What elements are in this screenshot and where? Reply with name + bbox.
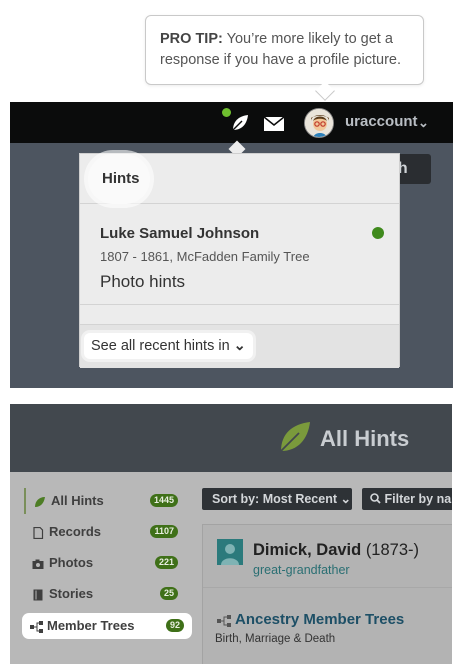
sidebar-item-label: Member Trees xyxy=(47,618,135,633)
all-hints-header: All Hints xyxy=(10,404,452,472)
count-badge: 92 xyxy=(165,619,184,632)
leaf-icon xyxy=(278,420,312,454)
divider xyxy=(203,587,452,588)
dropdown-header: Hints xyxy=(80,154,399,204)
hints-dropdown: Hints Luke Samuel Johnson 1807 - 1861, M… xyxy=(79,153,400,368)
sidebar-item-label: Photos xyxy=(49,555,94,570)
camera-icon xyxy=(32,557,44,569)
count-badge: 221 xyxy=(154,556,178,569)
person-relation: great-grandfather xyxy=(253,563,350,577)
sort-dropdown[interactable]: Sort by: Most Recent ⌄ xyxy=(202,488,352,510)
filter-placeholder: Filter by na xyxy=(384,492,452,506)
top-navigation-bar: uraccount ⌄ xyxy=(10,102,453,143)
person-full-name: Dimick, David xyxy=(253,541,362,559)
header-screenshot: uraccount ⌄ ch Hints Luke Samuel Johnson… xyxy=(10,102,453,388)
sidebar-item-member-trees[interactable]: Member Trees 92 xyxy=(22,613,192,639)
see-all-label: See all recent hints in xyxy=(91,338,230,354)
tree-icon xyxy=(30,620,43,633)
account-name[interactable]: uraccount xyxy=(345,113,418,130)
hint-result-card: Dimick, David (1873-) great-grandfather … xyxy=(202,524,452,664)
sidebar-item-label: Records xyxy=(49,524,102,539)
sidebar-item-stories[interactable]: Stories 25 xyxy=(24,581,186,607)
mail-icon[interactable] xyxy=(263,116,285,132)
pro-tip-label: PRO TIP: xyxy=(160,31,223,47)
record-subtitle: Birth, Marriage & Death xyxy=(215,633,336,645)
person-avatar xyxy=(217,539,243,565)
sidebar-item-records[interactable]: Records 1107 xyxy=(24,519,186,545)
count-badge: 1445 xyxy=(149,494,178,507)
sort-label: Sort by: Most Recent xyxy=(212,492,338,506)
person-years: (1873-) xyxy=(365,541,420,559)
pro-tip-tooltip: PRO TIP: You’re more likely to get a res… xyxy=(145,15,424,85)
sidebar-item-photos[interactable]: Photos 221 xyxy=(24,550,186,576)
page-title: All Hints xyxy=(320,426,410,451)
count-badge: 25 xyxy=(159,587,178,600)
chevron-down-icon: ⌄ xyxy=(340,492,351,506)
record-title-link[interactable]: Ancestry Member Trees xyxy=(235,611,404,628)
dropdown-title: Hints xyxy=(102,170,140,187)
book-icon xyxy=(32,588,44,601)
chevron-down-icon[interactable]: ⌄ xyxy=(418,115,429,131)
tree-icon xyxy=(217,614,233,627)
all-hints-screenshot: All Hints All Hints 1445 Records 1107 Ph… xyxy=(10,404,452,664)
hint-type: Photo hints xyxy=(100,272,186,291)
leaf-icon xyxy=(34,495,46,507)
hint-person-name: Luke Samuel Johnson xyxy=(100,225,260,242)
count-badge: 1107 xyxy=(150,525,178,538)
chevron-down-icon: ⌄ xyxy=(233,338,246,354)
sidebar-item-label: Stories xyxy=(49,586,94,601)
hint-details: 1807 - 1861, McFadden Family Tree xyxy=(100,249,310,264)
document-icon xyxy=(32,526,44,540)
person-name[interactable]: Dimick, David (1873-) xyxy=(253,541,419,560)
sidebar-item-all-hints[interactable]: All Hints 1445 xyxy=(24,488,186,514)
filter-input[interactable]: Filter by na xyxy=(362,488,452,510)
dropdown-footer: See all recent hints in ⌄ xyxy=(80,324,399,368)
see-all-hints-button[interactable]: See all recent hints in ⌄ xyxy=(84,333,253,359)
new-hint-dot xyxy=(372,227,384,239)
search-icon xyxy=(370,492,384,506)
hints-leaf-icon[interactable] xyxy=(230,113,250,133)
sidebar-item-label: All Hints xyxy=(51,493,104,508)
hint-list-item[interactable]: Luke Samuel Johnson 1807 - 1861, McFadde… xyxy=(80,205,399,305)
avatar[interactable] xyxy=(304,108,334,138)
